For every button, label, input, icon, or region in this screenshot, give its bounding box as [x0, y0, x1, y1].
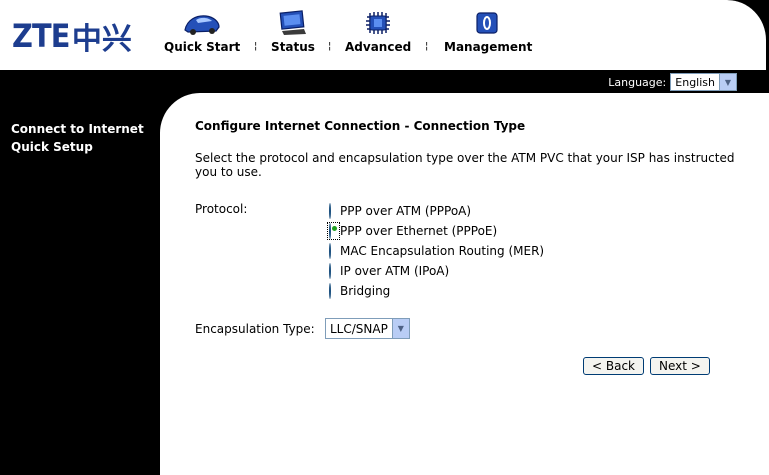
zte-logo: ZTE 中兴: [12, 17, 132, 57]
language-label: Language:: [608, 75, 667, 89]
monitor-icon: [270, 10, 316, 36]
protocol-option-pppoe[interactable]: PPP over Ethernet (PPPoE): [327, 221, 544, 241]
shield-icon: [444, 10, 530, 36]
sidebar: Connect to Internet Quick Setup: [11, 120, 144, 156]
radio-mer[interactable]: [329, 243, 331, 259]
nav-separator: ¦: [328, 41, 332, 52]
radio-label: MAC Encapsulation Routing (MER): [340, 244, 545, 258]
chip-icon: [345, 10, 411, 36]
chevron-down-icon[interactable]: ▼: [719, 74, 736, 90]
sidebar-item-connect[interactable]: Connect to Internet: [11, 120, 144, 138]
sidebar-item-quick-setup[interactable]: Quick Setup: [11, 138, 144, 156]
radio-label: IP over ATM (IPoA): [340, 264, 450, 278]
page-title: Configure Internet Connection - Connecti…: [195, 119, 526, 133]
next-button[interactable]: Next >: [650, 357, 710, 375]
protocol-option-bridging[interactable]: Bridging: [328, 281, 544, 301]
radio-ipoa[interactable]: [329, 263, 331, 279]
top-header: ZTE 中兴 Quick Start ¦ Status ¦ Advanced ¦…: [0, 0, 767, 70]
radio-label: Bridging: [340, 284, 391, 298]
language-value: English: [675, 75, 715, 89]
protocol-option-ipoa[interactable]: IP over ATM (IPoA): [328, 261, 544, 281]
protocol-radio-group: PPP over ATM (PPPoA) PPP over Ethernet (…: [327, 201, 544, 301]
encapsulation-select-wrap: LLC/SNAP ▼: [325, 318, 410, 339]
language-bar: Language: English ▼: [608, 73, 737, 91]
logo-text: ZTE: [12, 17, 70, 55]
language-select[interactable]: English ▼: [670, 73, 737, 91]
radio-pppoa[interactable]: [329, 203, 331, 219]
back-button[interactable]: < Back: [583, 357, 645, 375]
protocol-label: Protocol:: [195, 202, 248, 216]
nav-status[interactable]: Status: [270, 10, 316, 54]
encapsulation-select[interactable]: LLC/SNAP ▼: [325, 318, 410, 339]
content-panel: Configure Internet Connection - Connecti…: [160, 93, 769, 475]
encapsulation-value: LLC/SNAP: [330, 321, 388, 336]
radio-label: PPP over Ethernet (PPPoE): [340, 224, 498, 238]
protocol-option-pppoa[interactable]: PPP over ATM (PPPoA): [328, 201, 544, 221]
logo-cn-text: 中兴: [71, 22, 132, 57]
chevron-down-icon[interactable]: ▼: [391, 319, 409, 338]
radio-label: PPP over ATM (PPPoA): [340, 204, 472, 218]
nav-separator: ¦: [425, 41, 429, 52]
encapsulation-label: Encapsulation Type:: [195, 322, 315, 336]
radio-bridging[interactable]: [329, 283, 331, 299]
nav-management[interactable]: Management: [444, 10, 532, 54]
page-description: Select the protocol and encapsulation ty…: [195, 151, 735, 179]
car-icon: [164, 10, 240, 36]
nav-separator: ¦: [254, 41, 258, 52]
radio-pppoe[interactable]: [329, 223, 331, 239]
button-row: < Back Next >: [583, 357, 710, 375]
protocol-option-mer[interactable]: MAC Encapsulation Routing (MER): [328, 241, 544, 261]
nav-advanced[interactable]: Advanced: [345, 10, 411, 54]
nav-quick-start[interactable]: Quick Start: [164, 10, 240, 54]
